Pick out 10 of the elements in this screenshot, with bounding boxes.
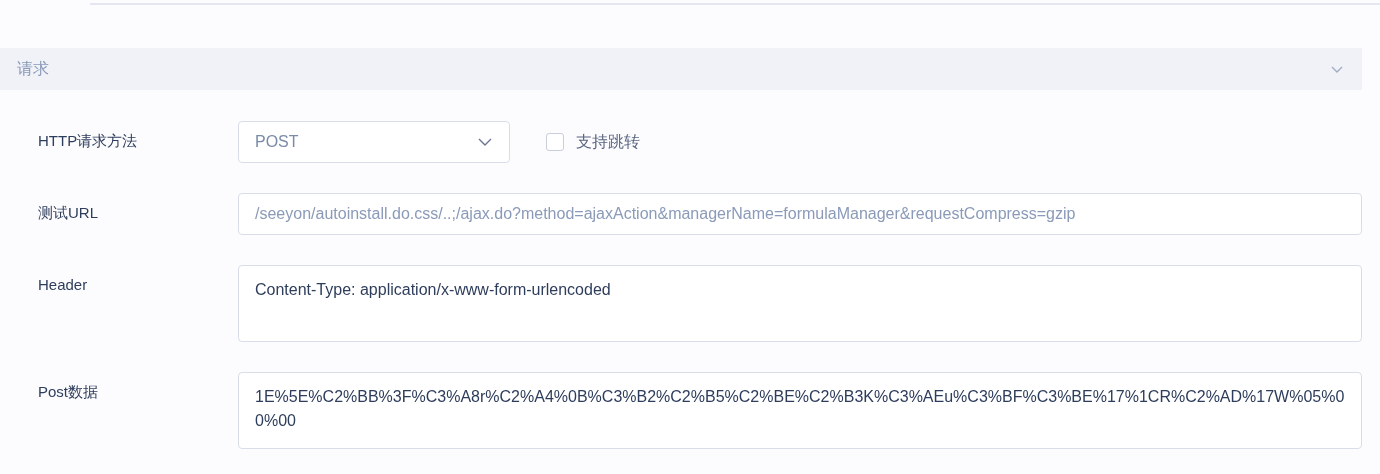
field-label: Post数据 [37,383,99,402]
checkbox[interactable] [546,133,564,151]
post-data-textarea[interactable]: 1E%5E%C2%BB%3F%C3%A8r%C2%A4%0B%C3%B2%C2%B5%C2%BE%C2%B3K%C3%AEu%C3%BF%C3%BE%17%1CR%C2%AD%17W%05%00%00 [238,372,1362,449]
section-title: 请求 [17,58,49,79]
field-label: 测试URL [37,204,99,223]
header-textarea[interactable]: Content-Type: application/x-www-form-urlencoded [238,265,1362,342]
field-label: Header [37,276,89,293]
redirect-checkbox[interactable]: 支持跳转 [546,121,640,163]
field-label: HTTP请求方法 [37,132,139,151]
method-select[interactable]: POST [238,121,510,163]
